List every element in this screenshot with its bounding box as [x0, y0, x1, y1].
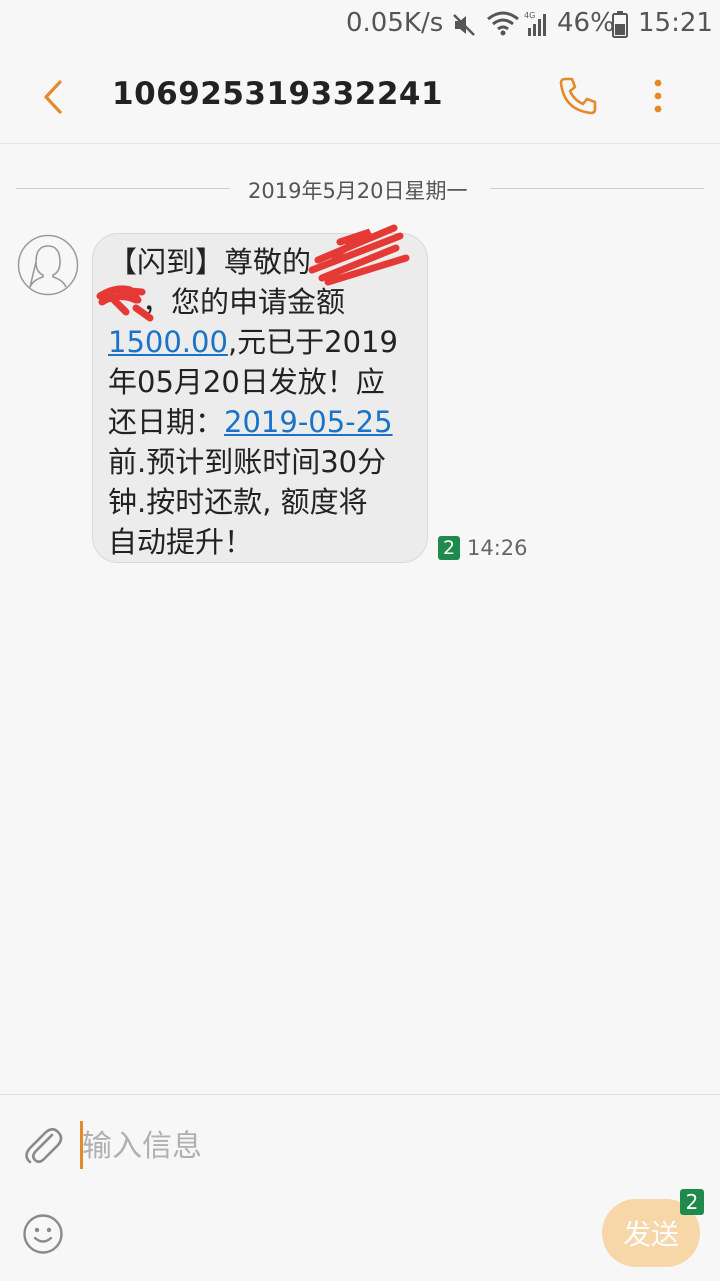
- message-line: 1500.00,元已于2019: [108, 325, 398, 359]
- message-line: 前.预计到账时间30分: [108, 445, 387, 479]
- message-composer: 发送 2: [0, 1094, 720, 1281]
- sim-badge: 2: [438, 536, 460, 560]
- phone-icon[interactable]: [556, 74, 600, 118]
- svg-text:4G: 4G: [524, 11, 535, 20]
- message-line: 年05月20日发放！应: [108, 365, 385, 399]
- message-line: 【闪到】尊敬的: [108, 245, 312, 279]
- status-bar: 0.05K/s 4G 46% 15:21: [0, 0, 720, 50]
- message-time: 14:26: [467, 536, 528, 560]
- date-link[interactable]: 2019-05-25: [224, 405, 393, 439]
- message-bubble[interactable]: 【闪到】尊敬的 ，您的申请金额 1500.00,元已于2019 年05月20日发…: [92, 233, 428, 563]
- mute-icon: [453, 14, 475, 36]
- message-line: 还日期：2019-05-25: [108, 405, 393, 439]
- signal-4g-icon: 4G: [524, 11, 546, 36]
- emoji-icon[interactable]: [22, 1213, 64, 1255]
- contact-number: 106925319332241: [112, 76, 444, 112]
- divider-line: [16, 188, 230, 189]
- contact-avatar-icon[interactable]: [17, 234, 79, 296]
- more-vertical-icon[interactable]: [640, 74, 676, 118]
- message-line: 钟.按时还款, 额度将: [108, 485, 368, 519]
- send-sim-badge: 2: [680, 1189, 704, 1215]
- date-label: 2019年5月20日星期一: [248, 179, 468, 203]
- paperclip-icon[interactable]: [22, 1121, 64, 1167]
- wifi-icon: [487, 11, 519, 36]
- amount-link[interactable]: 1500.00: [108, 325, 228, 359]
- message-input[interactable]: [82, 1121, 582, 1171]
- clock: 15:21: [638, 8, 713, 38]
- back-arrow-icon[interactable]: [36, 78, 72, 116]
- message-line: 自动提升！: [108, 525, 254, 559]
- message-line: ，您的申请金额: [142, 285, 346, 319]
- conversation-header: 106925319332241: [0, 50, 720, 144]
- battery-icon: [612, 11, 628, 38]
- date-divider: 2019年5月20日星期一: [16, 172, 704, 204]
- network-speed: 0.05K/s: [346, 8, 444, 38]
- battery-percent: 46%: [557, 8, 615, 38]
- divider-line: [490, 188, 704, 189]
